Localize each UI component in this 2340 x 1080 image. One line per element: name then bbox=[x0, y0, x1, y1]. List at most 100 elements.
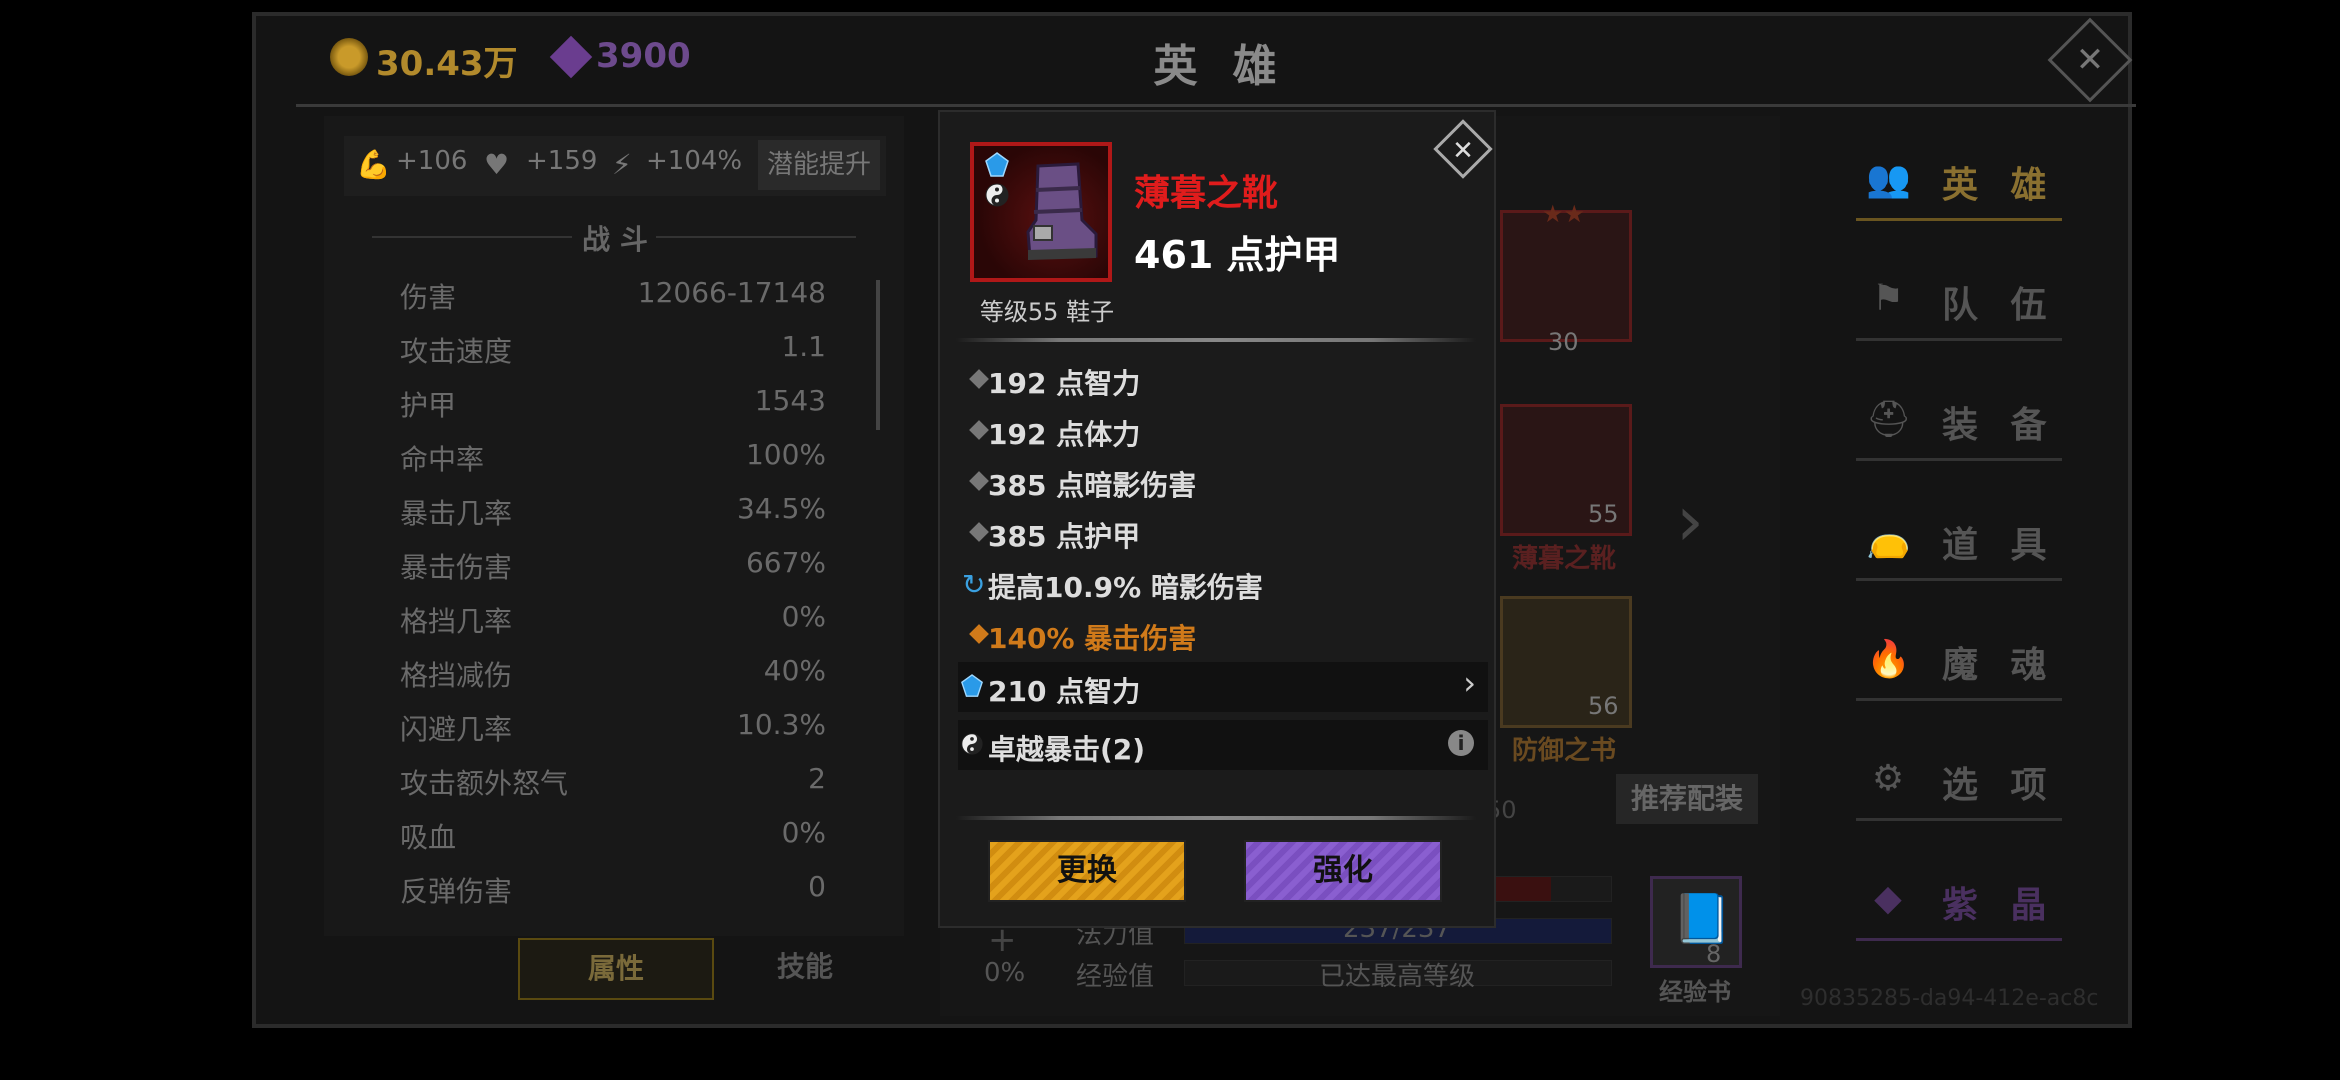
stat-label: 吸血 bbox=[400, 821, 457, 854]
amethyst-icon: ◆ bbox=[1874, 878, 1902, 919]
nav-label: 魔 魂 bbox=[1942, 645, 2057, 686]
enhance-button[interactable]: 强化 bbox=[1244, 840, 1442, 902]
stat-label: 攻击额外怒气 bbox=[400, 767, 569, 800]
stat-label: 格挡几率 bbox=[400, 605, 513, 638]
stat-label: 攻击速度 bbox=[400, 335, 513, 368]
nav-team[interactable]: ⚑ 队 伍 bbox=[1856, 258, 2062, 341]
stat-label: 闪避几率 bbox=[400, 713, 513, 746]
nav-options[interactable]: ⚙ 选 项 bbox=[1856, 738, 2062, 821]
yin-yang-icon bbox=[961, 733, 983, 755]
stat-label: 暴击几率 bbox=[400, 497, 513, 530]
bag-icon: 👝 bbox=[1866, 519, 1911, 560]
nav-label: 选 项 bbox=[1942, 765, 2057, 806]
refresh-icon: ↻ bbox=[962, 568, 986, 601]
slot-level: 56 bbox=[1588, 692, 1619, 720]
xp-value: 已达最高等级 bbox=[1318, 962, 1475, 992]
item-stat-row: 192 点智力 bbox=[958, 358, 1488, 406]
close-icon: ✕ bbox=[1452, 136, 1474, 166]
nav-equipment[interactable]: ⛑ 装 备 bbox=[1856, 378, 2062, 461]
session-id: 90835285-da94-412e-ac8c bbox=[1800, 986, 2099, 1011]
modal-divider bbox=[956, 816, 1476, 820]
stat-label: 格挡减伤 bbox=[400, 659, 513, 692]
potential-upgrade-button[interactable]: 潜能提升 bbox=[758, 140, 880, 190]
stat-value: 40% bbox=[763, 654, 826, 687]
gem-amount: 3900 bbox=[596, 36, 691, 76]
tab-attributes[interactable]: 属性 bbox=[518, 938, 714, 1000]
book-icon: 📘 bbox=[1672, 891, 1732, 947]
item-stat: 385 点护甲 bbox=[988, 520, 1141, 553]
nav-amethyst[interactable]: ◆ 紫 晶 bbox=[1856, 858, 2062, 941]
left-percent: 0% bbox=[984, 958, 1026, 988]
nav-label: 英 雄 bbox=[1942, 165, 2057, 206]
item-stat-row: 385 点暗影伤害 bbox=[958, 460, 1488, 508]
xp-label: 经验值 bbox=[1076, 962, 1155, 992]
item-stat: 192 点体力 bbox=[988, 418, 1141, 451]
equipment-slot-weapon[interactable] bbox=[1500, 210, 1632, 342]
stat-label: 反弹伤害 bbox=[400, 875, 513, 908]
item-legendary-stat: 140% 暴击伤害 bbox=[988, 622, 1197, 655]
stat-value: 12066-17148 bbox=[637, 276, 826, 309]
item-legendary-row: 140% 暴击伤害 bbox=[958, 613, 1488, 661]
nav-label: 装 备 bbox=[1942, 405, 2057, 446]
set-bonus: 卓越暴击(2) bbox=[988, 733, 1146, 766]
recommend-loadout-button[interactable]: 推荐配装 bbox=[1616, 774, 1758, 824]
slot-name: 防御之书 bbox=[1512, 736, 1617, 766]
stat-label: 命中率 bbox=[400, 443, 485, 476]
stat-value: 2 bbox=[808, 762, 826, 795]
strength-bonus: +106 bbox=[396, 146, 468, 176]
boot-icon bbox=[1026, 162, 1098, 260]
set-bonus-row[interactable]: 卓越暴击(2) i bbox=[958, 720, 1488, 770]
modal-divider bbox=[956, 338, 1476, 342]
gold-amount: 30.43万 bbox=[376, 44, 518, 84]
heroes-icon: 👥 bbox=[1866, 159, 1911, 200]
heart-icon: ♥ bbox=[484, 148, 510, 181]
stats-scrollbar[interactable] bbox=[876, 280, 880, 430]
flame-icon: 🔥 bbox=[1866, 639, 1911, 680]
chevron-right-icon: › bbox=[1463, 664, 1476, 702]
stat-value: 34.5% bbox=[737, 492, 826, 525]
strength-icon: 💪 bbox=[356, 148, 391, 181]
blue-gem-icon bbox=[961, 674, 983, 697]
stat-value: 667% bbox=[745, 546, 826, 579]
nav-label: 队 伍 bbox=[1942, 285, 2057, 326]
stat-value: 1543 bbox=[754, 384, 826, 417]
item-stat-row: 192 点体力 bbox=[958, 409, 1488, 457]
flag-icon: ⚑ bbox=[1871, 278, 1905, 319]
nav-label: 道 具 bbox=[1942, 525, 2057, 566]
socket-row[interactable]: 210 点智力 › bbox=[958, 662, 1488, 712]
lightning-icon: ⚡ bbox=[612, 148, 632, 181]
next-arrow-icon[interactable]: › bbox=[1676, 480, 1704, 562]
xp-book-label: 经验书 bbox=[1659, 978, 1731, 1006]
stat-value: 0% bbox=[781, 600, 826, 633]
xp-book-count: 8 bbox=[1706, 940, 1722, 968]
item-name: 薄暮之靴 bbox=[1134, 173, 1279, 214]
item-special-row: ↻ 提高10.9% 暗影伤害 bbox=[958, 562, 1488, 610]
diamond-bullet-icon bbox=[969, 420, 989, 440]
item-stat: 192 点智力 bbox=[988, 367, 1141, 400]
blue-gem-icon bbox=[985, 152, 1009, 177]
stat-value: 0% bbox=[781, 816, 826, 849]
stat-value: 0 bbox=[808, 870, 826, 903]
slot-name: 薄暮之靴 bbox=[1512, 544, 1617, 574]
info-icon[interactable]: i bbox=[1448, 730, 1474, 756]
gold-coin-icon bbox=[330, 38, 368, 76]
item-stat-row: 385 点护甲 bbox=[958, 511, 1488, 559]
stat-value: 1.1 bbox=[781, 330, 826, 363]
stat-label: 暴击伤害 bbox=[400, 551, 513, 584]
nav-heroes[interactable]: 👥 英 雄 bbox=[1856, 138, 2062, 221]
nav-label: 紫 晶 bbox=[1942, 885, 2057, 926]
diamond-bullet-icon bbox=[969, 522, 989, 542]
speed-bonus: +104% bbox=[646, 146, 743, 176]
gear-icon: ⚙ bbox=[1871, 758, 1905, 799]
yin-yang-icon bbox=[985, 183, 1009, 207]
nav-items[interactable]: 👝 道 具 bbox=[1856, 498, 2062, 581]
socket-stat: 210 点智力 bbox=[988, 675, 1141, 708]
nav-souls[interactable]: 🔥 魔 魂 bbox=[1856, 618, 2062, 701]
diamond-bullet-icon bbox=[969, 369, 989, 389]
close-icon: ✕ bbox=[2075, 40, 2105, 80]
tab-skills[interactable]: 技能 bbox=[720, 938, 890, 996]
item-level: 等级55 鞋子 bbox=[979, 298, 1115, 326]
replace-button[interactable]: 更换 bbox=[988, 840, 1186, 902]
health-bonus: +159 bbox=[526, 146, 598, 176]
stat-label: 护甲 bbox=[400, 389, 457, 422]
